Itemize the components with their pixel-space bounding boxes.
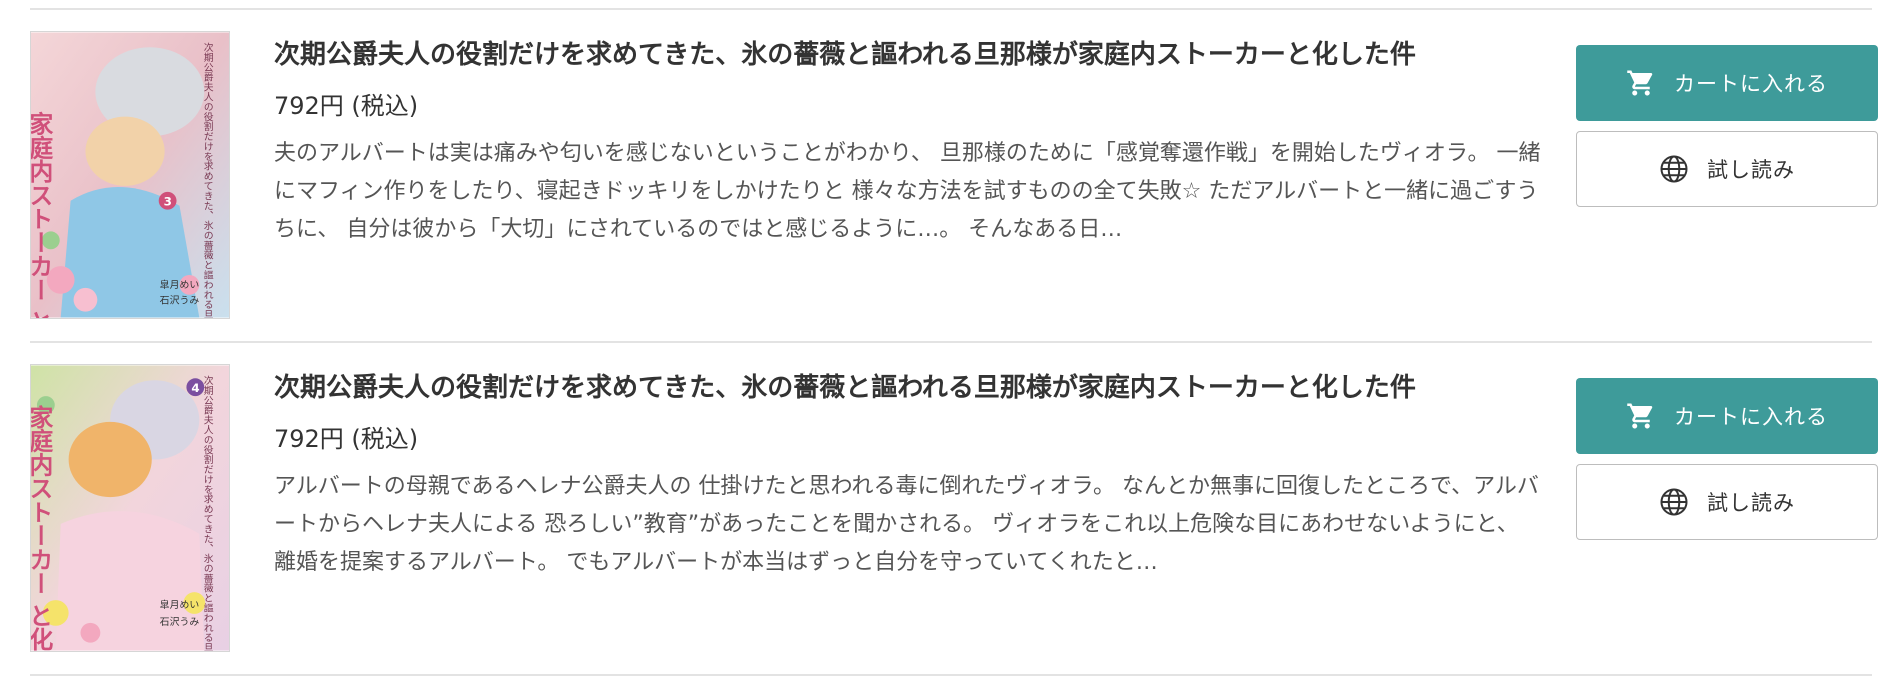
divider-middle [30, 341, 1872, 343]
trial-read-button-1[interactable]: 試し読み [1576, 131, 1878, 207]
add-to-cart-button-2[interactable]: カートに入れる [1576, 378, 1878, 454]
cover-subtitle-text-2: 次期公爵夫人の役割だけを求めてきた、氷の薔薇と謳われる旦那様が [202, 374, 214, 651]
cart-icon [1626, 68, 1656, 98]
add-to-cart-button-1[interactable]: カートに入れる [1576, 45, 1878, 121]
book-item-2: 家庭内ストーカー と化した件 次期公爵夫人の役割だけを求めてきた、氷の薔薇と謳わ… [30, 364, 1878, 694]
book-item-1: 家庭内ストーカー と化した件 次期公爵夫人の役割だけを求めてきた、氷の薔薇と謳わ… [30, 31, 1878, 361]
divider-bottom [30, 674, 1872, 676]
book-title-2[interactable]: 次期公爵夫人の役割だけを求めてきた、氷の薔薇と謳われる旦那様が家庭内ストーカーと… [274, 370, 1546, 406]
trial-read-button-2[interactable]: 試し読み [1576, 464, 1878, 540]
book-title-1[interactable]: 次期公爵夫人の役割だけを求めてきた、氷の薔薇と謳われる旦那様が家庭内ストーカーと… [274, 37, 1546, 73]
add-to-cart-label-2: カートに入れる [1674, 405, 1828, 429]
cover-title-text-1: 家庭内ストーカー と化した件 [31, 111, 53, 318]
cover-subtitle-text-1: 次期公爵夫人の役割だけを求めてきた、氷の薔薇と謳われる旦那様が [202, 41, 214, 318]
book-price-2: 792円 (税込) [274, 425, 419, 453]
book-cover-2[interactable]: 家庭内ストーカー と化した件 次期公爵夫人の役割だけを求めてきた、氷の薔薇と謳わ… [30, 364, 230, 652]
globe-icon [1659, 154, 1689, 184]
cover-author-2a: 皐月めい [160, 598, 200, 611]
book-description-2: アルバートの母親であるヘレナ公爵夫人の 仕掛けたと思われる毒に倒れたヴィオラ。 … [274, 474, 1539, 575]
cover-volume-1: 3 [164, 195, 172, 209]
cover-author-1b: 石沢うみ [160, 294, 200, 307]
cover-author-1a: 皐月めい [160, 278, 200, 291]
book-description-1: 夫のアルバートは実は痛みや匂いを感じないということがわかり、 旦那様のために「感… [274, 141, 1541, 242]
globe-icon [1659, 487, 1689, 517]
cover-author-2b: 石沢うみ [160, 615, 200, 628]
cover-art-1: 家庭内ストーカー と化した件 次期公爵夫人の役割だけを求めてきた、氷の薔薇と謳わ… [31, 32, 229, 318]
divider-top [30, 8, 1872, 10]
add-to-cart-label-1: カートに入れる [1674, 72, 1828, 96]
trial-read-label-1: 試し読み [1707, 158, 1795, 182]
cover-title-text-2: 家庭内ストーカー と化した件 [31, 404, 53, 651]
trial-read-label-2: 試し読み [1707, 491, 1795, 515]
book-price-1: 792円 (税込) [274, 92, 419, 120]
cover-volume-2: 4 [191, 381, 199, 395]
cover-art-2: 家庭内ストーカー と化した件 次期公爵夫人の役割だけを求めてきた、氷の薔薇と謳わ… [31, 365, 229, 651]
cart-icon [1626, 401, 1656, 431]
book-cover-1[interactable]: 家庭内ストーカー と化した件 次期公爵夫人の役割だけを求めてきた、氷の薔薇と謳わ… [30, 31, 230, 319]
